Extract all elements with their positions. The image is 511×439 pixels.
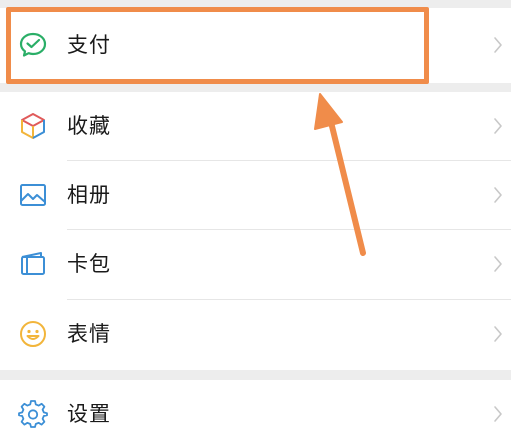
smiley-face-icon xyxy=(20,321,46,347)
wechat-pay-icon xyxy=(19,32,47,57)
menu-item-label: 相册 xyxy=(67,183,111,207)
chevron-right-icon xyxy=(494,37,502,53)
menu-item-label: 支付 xyxy=(67,33,111,57)
gear-icon xyxy=(18,400,48,428)
chevron-right-icon xyxy=(494,187,502,203)
card-wallet-icon xyxy=(21,252,45,275)
menu-item-settings[interactable]: 设置 xyxy=(0,380,511,439)
chevron-right-icon xyxy=(494,326,502,342)
chevron-right-icon xyxy=(494,406,502,422)
settings-group: 设置 xyxy=(0,380,511,439)
menu-item-label: 收藏 xyxy=(67,114,111,138)
menu-item-album[interactable]: 相册 xyxy=(0,161,511,229)
album-picture-icon xyxy=(20,184,46,206)
wechat-me-menu-screen: 支付 收藏 相册 卡包 表情 设置 xyxy=(0,0,511,439)
chevron-right-icon xyxy=(494,118,502,134)
menu-item-label: 表情 xyxy=(67,322,111,346)
favorites-cube-icon xyxy=(21,113,45,139)
menu-item-pay[interactable]: 支付 xyxy=(0,11,511,79)
pay-group: 支付 xyxy=(0,8,511,83)
menu-item-stickers[interactable]: 表情 xyxy=(0,300,511,368)
menu-item-label: 卡包 xyxy=(67,252,111,276)
chevron-right-icon xyxy=(494,256,502,272)
menu-item-label: 设置 xyxy=(67,402,111,426)
menu-item-favorites[interactable]: 收藏 xyxy=(0,92,511,160)
features-group: 收藏 相册 卡包 表情 xyxy=(0,92,511,370)
menu-item-cards[interactable]: 卡包 xyxy=(0,230,511,298)
